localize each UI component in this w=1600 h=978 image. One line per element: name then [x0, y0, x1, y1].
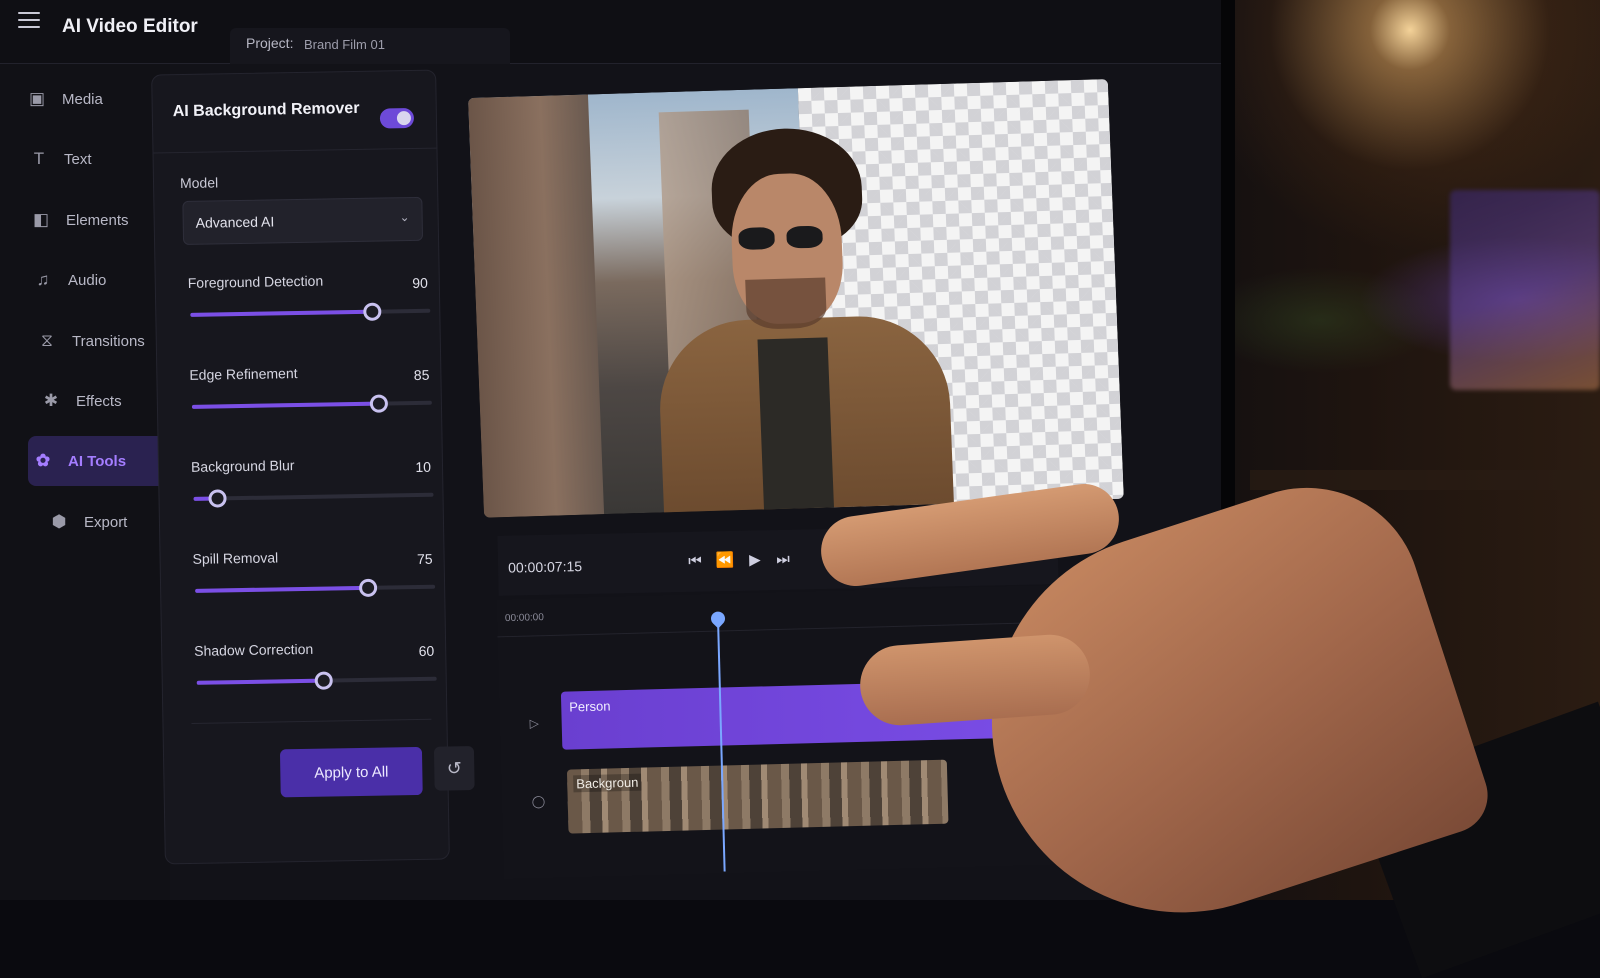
- sidebar-item-label: Media: [62, 91, 103, 108]
- project-label: Project:: [246, 35, 293, 51]
- clip-person[interactable]: Person: [561, 679, 1042, 750]
- folder-icon: ▣: [24, 86, 50, 112]
- slider-track[interactable]: [195, 585, 435, 593]
- panel-header: AI Background Remover: [152, 71, 436, 154]
- slider-fill: [195, 586, 368, 593]
- slider-label: Edge Refinement: [189, 365, 297, 383]
- sidebar-item-label: AI Tools: [68, 453, 126, 470]
- sidebar-item-label: Text: [64, 151, 92, 168]
- sidebar-item-label: Effects: [76, 393, 122, 410]
- top-bar: AI Video Editor Project: Brand Film 01: [0, 0, 1235, 64]
- transport-bar: 00:00:07:15 ⏮ ⏪ ▶ ⏭: [497, 524, 1058, 596]
- background-monitor: [1450, 190, 1600, 390]
- slider-spill-removal: Spill Removal 75: [190, 547, 441, 621]
- skip-back-icon[interactable]: ⏮: [684, 550, 706, 572]
- slider-thumb[interactable]: [364, 303, 382, 321]
- slider-value: 60: [419, 643, 435, 659]
- sidebar-item-label: Transitions: [72, 333, 145, 350]
- model-label: Model: [180, 174, 218, 191]
- slider-label: Spill Removal: [192, 549, 278, 566]
- slider-value: 85: [414, 367, 430, 383]
- clip-label: Person: [569, 698, 611, 714]
- slider-foreground-detection: Foreground Detection 90: [186, 271, 437, 345]
- slider-fill: [190, 310, 372, 317]
- slider-value: 75: [417, 551, 433, 567]
- play-icon[interactable]: ▶: [744, 548, 766, 570]
- enable-toggle[interactable]: [380, 108, 414, 129]
- slider-edge-refinement: Edge Refinement 85: [187, 363, 438, 437]
- sparkle-icon: ✱: [38, 388, 64, 414]
- slider-shadow-correction: Shadow Correction 60: [192, 639, 443, 713]
- shapes-icon: ◧: [28, 207, 54, 233]
- text-icon: T: [26, 146, 52, 172]
- hamburger-menu-icon[interactable]: [18, 12, 40, 30]
- apply-to-all-button[interactable]: Apply to All: [280, 747, 423, 797]
- timeline: 00:00:00 ▷ Person ◯ Backgroun: [496, 585, 1063, 880]
- slider-thumb[interactable]: [370, 394, 388, 412]
- slider-track[interactable]: [197, 677, 437, 685]
- model-select-value: Advanced AI: [196, 213, 275, 230]
- slider-label: Foreground Detection: [188, 273, 324, 291]
- slider-track[interactable]: [194, 493, 434, 501]
- app-title: AI Video Editor: [62, 16, 198, 38]
- reset-icon[interactable]: ↺: [434, 746, 475, 791]
- track-play-icon[interactable]: ▷: [530, 716, 540, 730]
- slider-thumb[interactable]: [359, 579, 377, 597]
- track-circle-icon[interactable]: ◯: [532, 794, 546, 808]
- building-left: [468, 94, 604, 517]
- transition-icon: ⧖: [34, 328, 60, 354]
- sidebar-item-label: Audio: [68, 272, 106, 289]
- slider-fill: [192, 402, 379, 409]
- skip-forward-icon[interactable]: ⏭: [772, 548, 794, 570]
- person-shirt: [757, 337, 834, 517]
- sunglasses: [738, 225, 829, 250]
- slider-label: Shadow Correction: [194, 641, 313, 659]
- slider-thumb[interactable]: [315, 671, 333, 689]
- slider-value: 10: [415, 459, 431, 475]
- person-beard: [745, 277, 827, 329]
- slider-track[interactable]: [190, 309, 430, 317]
- slider-track[interactable]: [192, 401, 432, 409]
- sidebar-item-label: Export: [84, 514, 127, 531]
- project-tab[interactable]: Project: Brand Film 01: [230, 28, 510, 64]
- toggle-knob: [397, 111, 411, 125]
- ai-settings-panel: AI Background Remover Model Advanced AI …: [151, 70, 450, 865]
- editor-screen: AI Video Editor Project: Brand Film 01 ▣…: [0, 0, 1235, 900]
- ruler-start-time: 00:00:00: [505, 612, 544, 624]
- project-name: Brand Film 01: [304, 37, 385, 52]
- chevron-down-icon: ⌄: [399, 210, 409, 224]
- sidebar-item-ai-tools[interactable]: ✿ AI Tools: [28, 436, 174, 486]
- slider-value: 90: [412, 275, 428, 291]
- panel-divider: [191, 719, 431, 724]
- clip-label: Backgroun: [573, 774, 642, 793]
- video-preview[interactable]: [468, 79, 1124, 518]
- sidebar: ▣ Media T Text ◧ Elements ♫ Audio ⧖ Tran…: [0, 64, 170, 900]
- model-select[interactable]: Advanced AI ⌄: [182, 197, 423, 245]
- slider-thumb[interactable]: [208, 489, 226, 507]
- sidebar-item-media[interactable]: ▣ Media: [22, 74, 172, 124]
- ai-wand-icon: ✿: [30, 448, 56, 474]
- clip-background[interactable]: Backgroun: [567, 760, 949, 834]
- export-icon: ⬢: [46, 509, 72, 535]
- step-back-icon[interactable]: ⏪: [714, 549, 736, 571]
- foreground-person: [629, 124, 943, 513]
- panel-title: AI Background Remover: [173, 100, 360, 121]
- background-shelf: [1250, 470, 1600, 490]
- current-timecode: 00:00:07:15: [508, 558, 582, 576]
- slider-fill: [197, 679, 324, 685]
- sidebar-item-label: Elements: [66, 212, 129, 229]
- slider-background-blur: Background Blur 10: [189, 455, 440, 529]
- music-note-icon: ♫: [30, 267, 56, 293]
- slider-label: Background Blur: [191, 457, 295, 475]
